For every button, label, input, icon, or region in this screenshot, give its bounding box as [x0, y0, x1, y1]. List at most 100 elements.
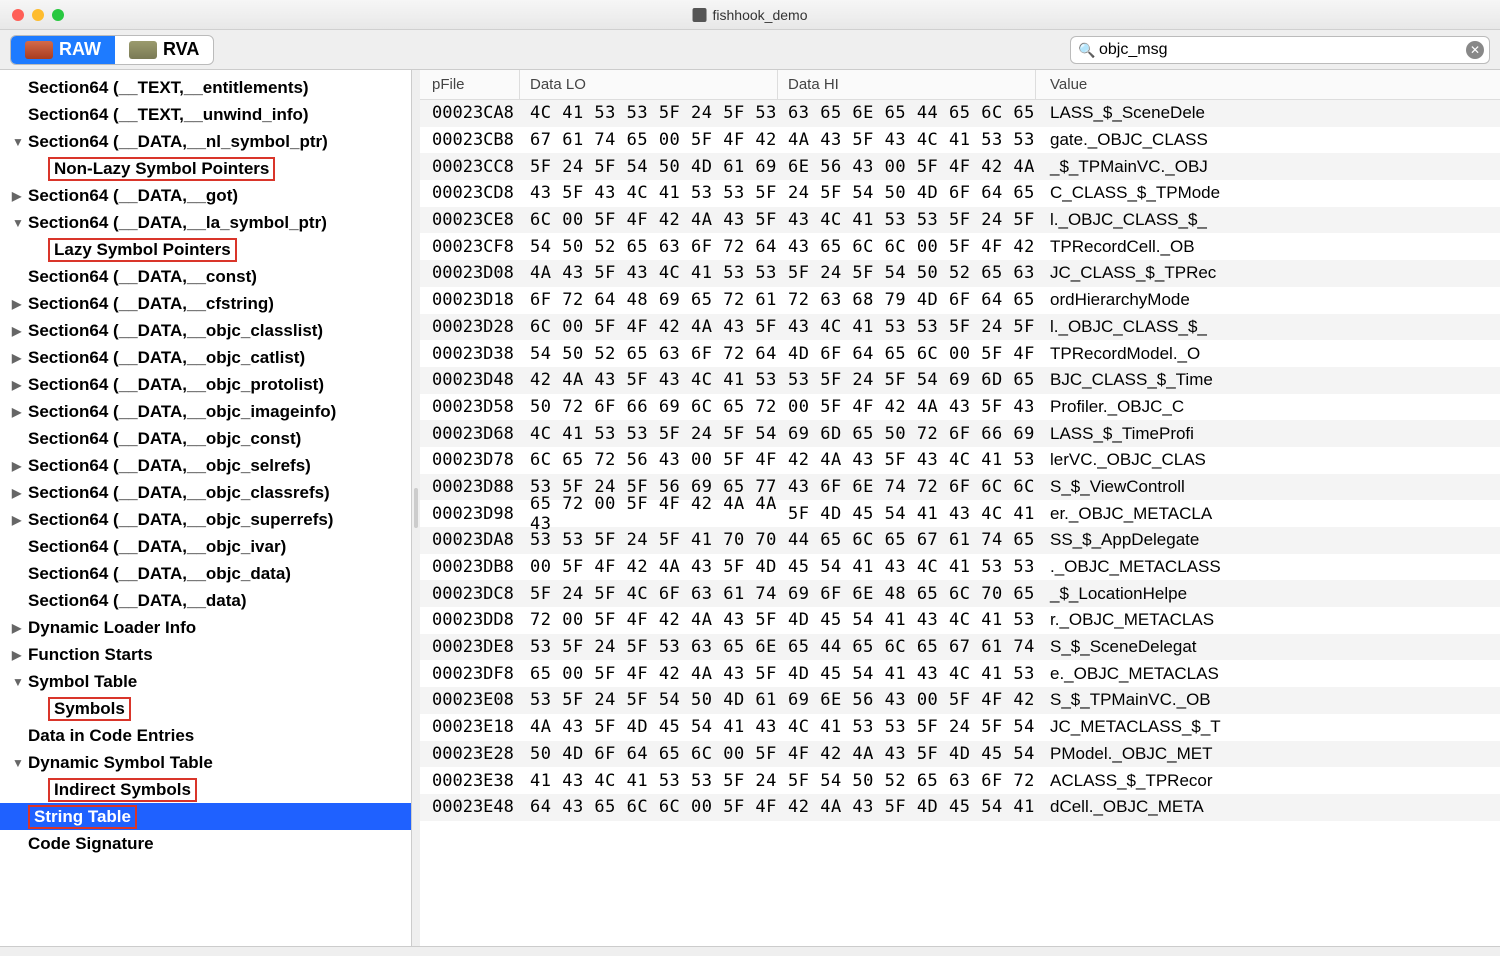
sidebar-item[interactable]: Non-Lazy Symbol Pointers	[0, 155, 411, 182]
sidebar-item[interactable]: ▶Section64 (__DATA,__objc_selrefs)	[0, 452, 411, 479]
sidebar-item[interactable]: ▶Section64 (__DATA,__objc_classlist)	[0, 317, 411, 344]
col-value-header[interactable]: Value	[1036, 70, 1500, 99]
hex-row[interactable]: 00023DA853 53 5F 24 5F 41 70 7044 65 6C …	[420, 527, 1500, 554]
cell-datahi: 69 6D 65 50 72 6F 66 69	[778, 420, 1036, 447]
sidebar-item[interactable]: Section64 (__DATA,__objc_const)	[0, 425, 411, 452]
hex-row[interactable]: 00023DD872 00 5F 4F 42 4A 43 5F4D 45 54 …	[420, 607, 1500, 634]
window-title: fishhook_demo	[693, 7, 808, 23]
sidebar-item-label: Section64 (__DATA,__objc_selrefs)	[28, 456, 311, 476]
hex-row[interactable]: 00023D5850 72 6F 66 69 6C 65 7200 5F 4F …	[420, 394, 1500, 421]
cell-datalo: 4A 43 5F 43 4C 41 53 53	[520, 260, 778, 287]
hex-row[interactable]: 00023D4842 4A 43 5F 43 4C 41 5353 5F 24 …	[420, 367, 1500, 394]
hex-row[interactable]: 00023D9865 72 00 5F 4F 42 4A 4A 435F 4D …	[420, 500, 1500, 527]
sidebar-item[interactable]: Section64 (__DATA,__const)	[0, 263, 411, 290]
cell-pfile: 00023E38	[420, 767, 520, 794]
sidebar-item[interactable]: Data in Code Entries	[0, 722, 411, 749]
raw-icon	[25, 41, 53, 59]
cell-value: er._OBJC_METACLA	[1036, 500, 1500, 527]
hex-row[interactable]: 00023D3854 50 52 65 63 6F 72 644D 6F 64 …	[420, 340, 1500, 367]
cell-datahi: 44 65 6C 65 67 61 74 65	[778, 527, 1036, 554]
sidebar-item[interactable]: ▶Function Starts	[0, 641, 411, 668]
cell-pfile: 00023E28	[420, 741, 520, 768]
sidebar-item[interactable]: ▶Section64 (__DATA,__objc_classrefs)	[0, 479, 411, 506]
sidebar-item[interactable]: ▶Section64 (__DATA,__got)	[0, 182, 411, 209]
cell-datahi: 43 6F 6E 74 72 6F 6C 6C	[778, 474, 1036, 501]
sidebar-item[interactable]: Section64 (__TEXT,__entitlements)	[0, 74, 411, 101]
cell-datalo: 43 5F 43 4C 41 53 53 5F	[520, 180, 778, 207]
sidebar-item[interactable]: ▶Dynamic Loader Info	[0, 614, 411, 641]
cell-pfile: 00023E18	[420, 714, 520, 741]
searchbox: 🔍 ✕	[1070, 36, 1490, 64]
cell-value: LASS_$_TimeProfi	[1036, 420, 1500, 447]
col-datahi-header[interactable]: Data HI	[778, 70, 1036, 99]
hex-row[interactable]: 00023E184A 43 5F 4D 45 54 41 434C 41 53 …	[420, 714, 1500, 741]
cell-pfile: 00023DD8	[420, 607, 520, 634]
cell-datalo: 54 50 52 65 63 6F 72 64	[520, 340, 778, 367]
zoom-window-button[interactable]	[52, 9, 64, 21]
col-datalo-header[interactable]: Data LO	[520, 70, 778, 99]
disclosure-icon: ▼	[12, 756, 26, 770]
hex-row[interactable]: 00023DF865 00 5F 4F 42 4A 43 5F4D 45 54 …	[420, 660, 1500, 687]
sidebar-item[interactable]: Lazy Symbol Pointers	[0, 236, 411, 263]
sidebar-item-label: Dynamic Symbol Table	[28, 753, 213, 773]
hex-row[interactable]: 00023DB800 5F 4F 42 4A 43 5F 4D45 54 41 …	[420, 554, 1500, 581]
hex-row[interactable]: 00023E0853 5F 24 5F 54 50 4D 6169 6E 56 …	[420, 687, 1500, 714]
cell-value: l._OBJC_CLASS_$_	[1036, 207, 1500, 234]
hex-row[interactable]: 00023E2850 4D 6F 64 65 6C 00 5F4F 42 4A …	[420, 741, 1500, 768]
sidebar-item[interactable]: ▼Symbol Table	[0, 668, 411, 695]
sidebar-item[interactable]: ▼Section64 (__DATA,__la_symbol_ptr)	[0, 209, 411, 236]
clear-search-button[interactable]: ✕	[1466, 41, 1484, 59]
hex-body[interactable]: 00023CA84C 41 53 53 5F 24 5F 5363 65 6E …	[420, 100, 1500, 946]
cell-pfile: 00023CC8	[420, 153, 520, 180]
hex-row[interactable]: 00023D186F 72 64 48 69 65 72 6172 63 68 …	[420, 287, 1500, 314]
sidebar-item-label: Dynamic Loader Info	[28, 618, 196, 638]
minimize-window-button[interactable]	[32, 9, 44, 21]
hex-row[interactable]: 00023DE853 5F 24 5F 53 63 65 6E65 44 65 …	[420, 634, 1500, 661]
sidebar-item-label: Section64 (__DATA,__data)	[28, 591, 247, 611]
hex-row[interactable]: 00023CC85F 24 5F 54 50 4D 61 696E 56 43 …	[420, 153, 1500, 180]
sidebar-item-label: Symbol Table	[28, 672, 137, 692]
hex-row[interactable]: 00023D786C 65 72 56 43 00 5F 4F42 4A 43 …	[420, 447, 1500, 474]
rva-tab[interactable]: RVA	[115, 36, 213, 64]
sidebar[interactable]: Section64 (__TEXT,__entitlements)Section…	[0, 70, 412, 946]
hex-row[interactable]: 00023D084A 43 5F 43 4C 41 53 535F 24 5F …	[420, 260, 1500, 287]
cell-value: gate._OBJC_CLASS	[1036, 127, 1500, 154]
close-window-button[interactable]	[12, 9, 24, 21]
sidebar-item[interactable]: ▶Section64 (__DATA,__objc_imageinfo)	[0, 398, 411, 425]
raw-tab[interactable]: RAW	[11, 36, 115, 64]
hex-row[interactable]: 00023CA84C 41 53 53 5F 24 5F 5363 65 6E …	[420, 100, 1500, 127]
sidebar-item[interactable]: Section64 (__DATA,__objc_ivar)	[0, 533, 411, 560]
sidebar-item[interactable]: ▼Dynamic Symbol Table	[0, 749, 411, 776]
sidebar-item[interactable]: ▶Section64 (__DATA,__cfstring)	[0, 290, 411, 317]
hex-row[interactable]: 00023E3841 43 4C 41 53 53 5F 245F 54 50 …	[420, 767, 1500, 794]
cell-value: e._OBJC_METACLAS	[1036, 660, 1500, 687]
hex-row[interactable]: 00023CD843 5F 43 4C 41 53 53 5F24 5F 54 …	[420, 180, 1500, 207]
splitter[interactable]	[412, 70, 420, 946]
col-pfile-header[interactable]: pFile	[420, 70, 520, 99]
cell-datalo: 42 4A 43 5F 43 4C 41 53	[520, 367, 778, 394]
hex-row[interactable]: 00023DC85F 24 5F 4C 6F 63 61 7469 6F 6E …	[420, 580, 1500, 607]
sidebar-item-label: Section64 (__DATA,__objc_protolist)	[28, 375, 324, 395]
search-input[interactable]	[1070, 36, 1490, 64]
hex-row[interactable]: 00023E4864 43 65 6C 6C 00 5F 4F42 4A 43 …	[420, 794, 1500, 821]
sidebar-item[interactable]: Indirect Symbols	[0, 776, 411, 803]
hex-row[interactable]: 00023CE86C 00 5F 4F 42 4A 43 5F43 4C 41 …	[420, 207, 1500, 234]
sidebar-item[interactable]: Section64 (__DATA,__objc_data)	[0, 560, 411, 587]
hex-row[interactable]: 00023CB867 61 74 65 00 5F 4F 424A 43 5F …	[420, 127, 1500, 154]
sidebar-item[interactable]: Symbols	[0, 695, 411, 722]
sidebar-item[interactable]: String Table	[0, 803, 411, 830]
sidebar-item[interactable]: Section64 (__DATA,__data)	[0, 587, 411, 614]
hex-row[interactable]: 00023CF854 50 52 65 63 6F 72 6443 65 6C …	[420, 233, 1500, 260]
sidebar-item-label: Data in Code Entries	[28, 726, 194, 746]
sidebar-item[interactable]: ▶Section64 (__DATA,__objc_superrefs)	[0, 506, 411, 533]
sidebar-item-label: Section64 (__DATA,__cfstring)	[28, 294, 274, 314]
sidebar-item[interactable]: ▶Section64 (__DATA,__objc_catlist)	[0, 344, 411, 371]
hex-row[interactable]: 00023D286C 00 5F 4F 42 4A 43 5F43 4C 41 …	[420, 314, 1500, 341]
sidebar-item[interactable]: ▶Section64 (__DATA,__objc_protolist)	[0, 371, 411, 398]
sidebar-item[interactable]: Code Signature	[0, 830, 411, 857]
sidebar-item[interactable]: Section64 (__TEXT,__unwind_info)	[0, 101, 411, 128]
cell-datalo: 5F 24 5F 4C 6F 63 61 74	[520, 580, 778, 607]
hex-row[interactable]: 00023D684C 41 53 53 5F 24 5F 5469 6D 65 …	[420, 420, 1500, 447]
sidebar-item-label: Section64 (__DATA,__objc_const)	[28, 429, 301, 449]
sidebar-item[interactable]: ▼Section64 (__DATA,__nl_symbol_ptr)	[0, 128, 411, 155]
